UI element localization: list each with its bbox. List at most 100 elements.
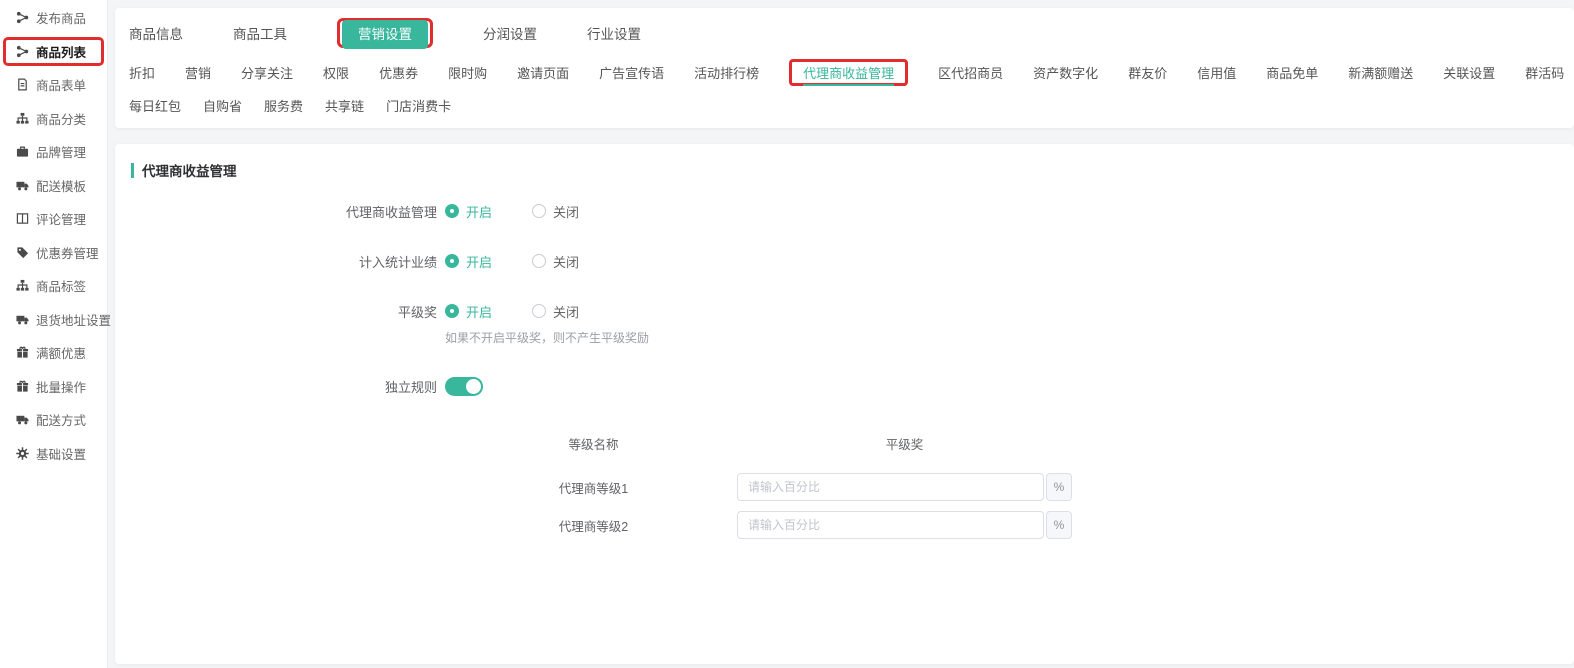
form-row-independent-rule: 独立规则 <box>131 366 1558 406</box>
helper-row: 如果不开启平级奖，则不产生平级奖励 <box>131 326 1558 348</box>
sidebar-item-label: 批量操作 <box>36 377 86 396</box>
radio-off[interactable] <box>532 204 546 218</box>
subtab-share-chain[interactable]: 共享链 <box>325 91 364 120</box>
subtab-credit-value[interactable]: 信用值 <box>1197 58 1236 87</box>
radio-off-label[interactable]: 关闭 <box>553 202 579 221</box>
subtab-share-follow[interactable]: 分享关注 <box>241 58 293 87</box>
sidebar-item-label: 配送方式 <box>36 410 86 429</box>
form-row-agent-revenue: 代理商收益管理 开启 关闭 <box>131 186 1558 236</box>
radio-dot <box>450 259 454 263</box>
sidebar-item-label: 商品表单 <box>36 75 86 94</box>
marketing-subtabs-row2: 每日红包 自购省 服务费 共享链 门店消费卡 <box>129 91 1560 120</box>
main-tabs: 商品信息 商品工具 营销设置 分润设置 行业设置 <box>129 16 1560 50</box>
sidebar-item-label: 退货地址设置 <box>36 310 111 329</box>
sidebar-item-comment-management[interactable]: 评论管理 <box>0 202 107 236</box>
sidebar-item-full-discount[interactable]: 满额优惠 <box>0 336 107 370</box>
tab-industry-settings[interactable]: 行业设置 <box>587 16 641 50</box>
columns-icon <box>16 212 29 225</box>
subtab-invite-page[interactable]: 邀请页面 <box>517 58 569 87</box>
subtab-related-settings[interactable]: 关联设置 <box>1443 58 1495 87</box>
percent-suffix: % <box>1046 511 1072 539</box>
app-root: 发布商品 商品列表 商品表单 商品分类 品牌管理 配送模板 评论管理 <box>0 0 1574 668</box>
subtab-ad-slogan[interactable]: 广告宣传语 <box>599 58 664 87</box>
column-header-level-name: 等级名称 <box>450 434 737 453</box>
subtab-district-agent[interactable]: 区代招商员 <box>938 58 1003 87</box>
subtab-coupon[interactable]: 优惠券 <box>379 58 418 87</box>
radio-off-label[interactable]: 关闭 <box>553 252 579 271</box>
sidebar-item-coupon-management[interactable]: 优惠券管理 <box>0 236 107 270</box>
sidebar-item-goods-form[interactable]: 商品表单 <box>0 68 107 102</box>
radio-on[interactable] <box>445 204 459 218</box>
sidebar-item-return-address[interactable]: 退货地址设置 <box>0 303 107 337</box>
sidebar-item-label: 品牌管理 <box>36 142 86 161</box>
sidebar-item-label: 商品列表 <box>36 42 86 61</box>
subtab-group-price[interactable]: 群友价 <box>1128 58 1167 87</box>
percent-input-group: % <box>737 473 1072 501</box>
field-label: 独立规则 <box>131 377 437 396</box>
subtab-free-order[interactable]: 商品免单 <box>1266 58 1318 87</box>
percent-input-group: % <box>737 511 1072 539</box>
toggle-switch-on[interactable] <box>445 377 483 396</box>
sidebar-item-publish-goods[interactable]: 发布商品 <box>0 1 107 35</box>
radio-on-label[interactable]: 开启 <box>466 302 492 321</box>
sidebar-item-delivery-template[interactable]: 配送模板 <box>0 169 107 203</box>
sidebar-item-goods-list[interactable]: 商品列表 <box>6 40 101 64</box>
subtab-daily-redpacket[interactable]: 每日红包 <box>129 91 181 120</box>
sidebar: 发布商品 商品列表 商品表单 商品分类 品牌管理 配送模板 评论管理 <box>0 0 108 668</box>
sidebar-item-goods-tag[interactable]: 商品标签 <box>0 269 107 303</box>
tab-goods-info[interactable]: 商品信息 <box>129 16 183 50</box>
column-header-peer-award: 平级奖 <box>737 434 1072 453</box>
percent-input[interactable] <box>737 511 1044 539</box>
sidebar-item-label: 发布商品 <box>36 8 86 27</box>
title-accent-bar <box>131 163 134 178</box>
subtab-group-qr[interactable]: 群活码 <box>1525 58 1564 87</box>
subtab-self-purchase[interactable]: 自购省 <box>203 91 242 120</box>
subtab-permission[interactable]: 权限 <box>323 58 349 87</box>
tab-marketing-settings[interactable]: 营销设置 <box>342 20 428 49</box>
sidebar-item-label: 满额优惠 <box>36 343 86 362</box>
subtab-flash-sale[interactable]: 限时购 <box>448 58 487 87</box>
sidebar-item-brand-management[interactable]: 品牌管理 <box>0 135 107 169</box>
share-icon <box>16 45 29 58</box>
sidebar-item-goods-category[interactable]: 商品分类 <box>0 102 107 136</box>
gift-icon <box>16 380 29 393</box>
subtab-discount[interactable]: 折扣 <box>129 58 155 87</box>
truck-icon <box>16 179 29 192</box>
sidebar-item-label: 商品分类 <box>36 109 86 128</box>
form-row-statistics: 计入统计业绩 开启 关闭 <box>131 236 1558 286</box>
radio-off[interactable] <box>532 304 546 318</box>
tag-icon <box>16 246 29 259</box>
field-label: 计入统计业绩 <box>131 252 437 271</box>
section-title: 代理商收益管理 <box>131 160 1558 180</box>
radio-group: 开启 关闭 <box>445 202 579 221</box>
level-name: 代理商等级1 <box>450 478 737 497</box>
sidebar-item-delivery-method[interactable]: 配送方式 <box>0 403 107 437</box>
radio-on[interactable] <box>445 304 459 318</box>
gear-icon <box>16 447 29 460</box>
radio-on-label[interactable]: 开启 <box>466 202 492 221</box>
tab-goods-tools[interactable]: 商品工具 <box>233 16 287 50</box>
subtab-asset-digitization[interactable]: 资产数字化 <box>1033 58 1098 87</box>
radio-on-label[interactable]: 开启 <box>466 252 492 271</box>
level-table: 等级名称 平级奖 代理商等级1 % 代理商等级2 % <box>450 434 1072 539</box>
subtab-new-full-gift[interactable]: 新满额赠送 <box>1348 58 1413 87</box>
subtab-agent-revenue[interactable]: 代理商收益管理 <box>803 61 894 86</box>
tab-profit-settings[interactable]: 分润设置 <box>483 16 537 50</box>
subtab-service-fee[interactable]: 服务费 <box>264 91 303 120</box>
subtab-activity-ranking[interactable]: 活动排行榜 <box>694 58 759 87</box>
radio-off-label[interactable]: 关闭 <box>553 302 579 321</box>
table-row: 代理商等级2 % <box>450 511 1072 539</box>
annotation-box: 营销设置 <box>337 18 433 48</box>
table-header-row: 等级名称 平级奖 <box>450 434 1072 453</box>
radio-group: 开启 关闭 <box>445 252 579 271</box>
sidebar-item-label: 优惠券管理 <box>36 243 99 262</box>
level-name: 代理商等级2 <box>450 516 737 535</box>
sidebar-item-batch-operation[interactable]: 批量操作 <box>0 370 107 404</box>
subtab-store-card[interactable]: 门店消费卡 <box>386 91 451 120</box>
percent-input[interactable] <box>737 473 1044 501</box>
radio-off[interactable] <box>532 254 546 268</box>
sidebar-item-label: 基础设置 <box>36 444 86 463</box>
sidebar-item-basic-settings[interactable]: 基础设置 <box>0 437 107 471</box>
subtab-marketing[interactable]: 营销 <box>185 58 211 87</box>
radio-on[interactable] <box>445 254 459 268</box>
